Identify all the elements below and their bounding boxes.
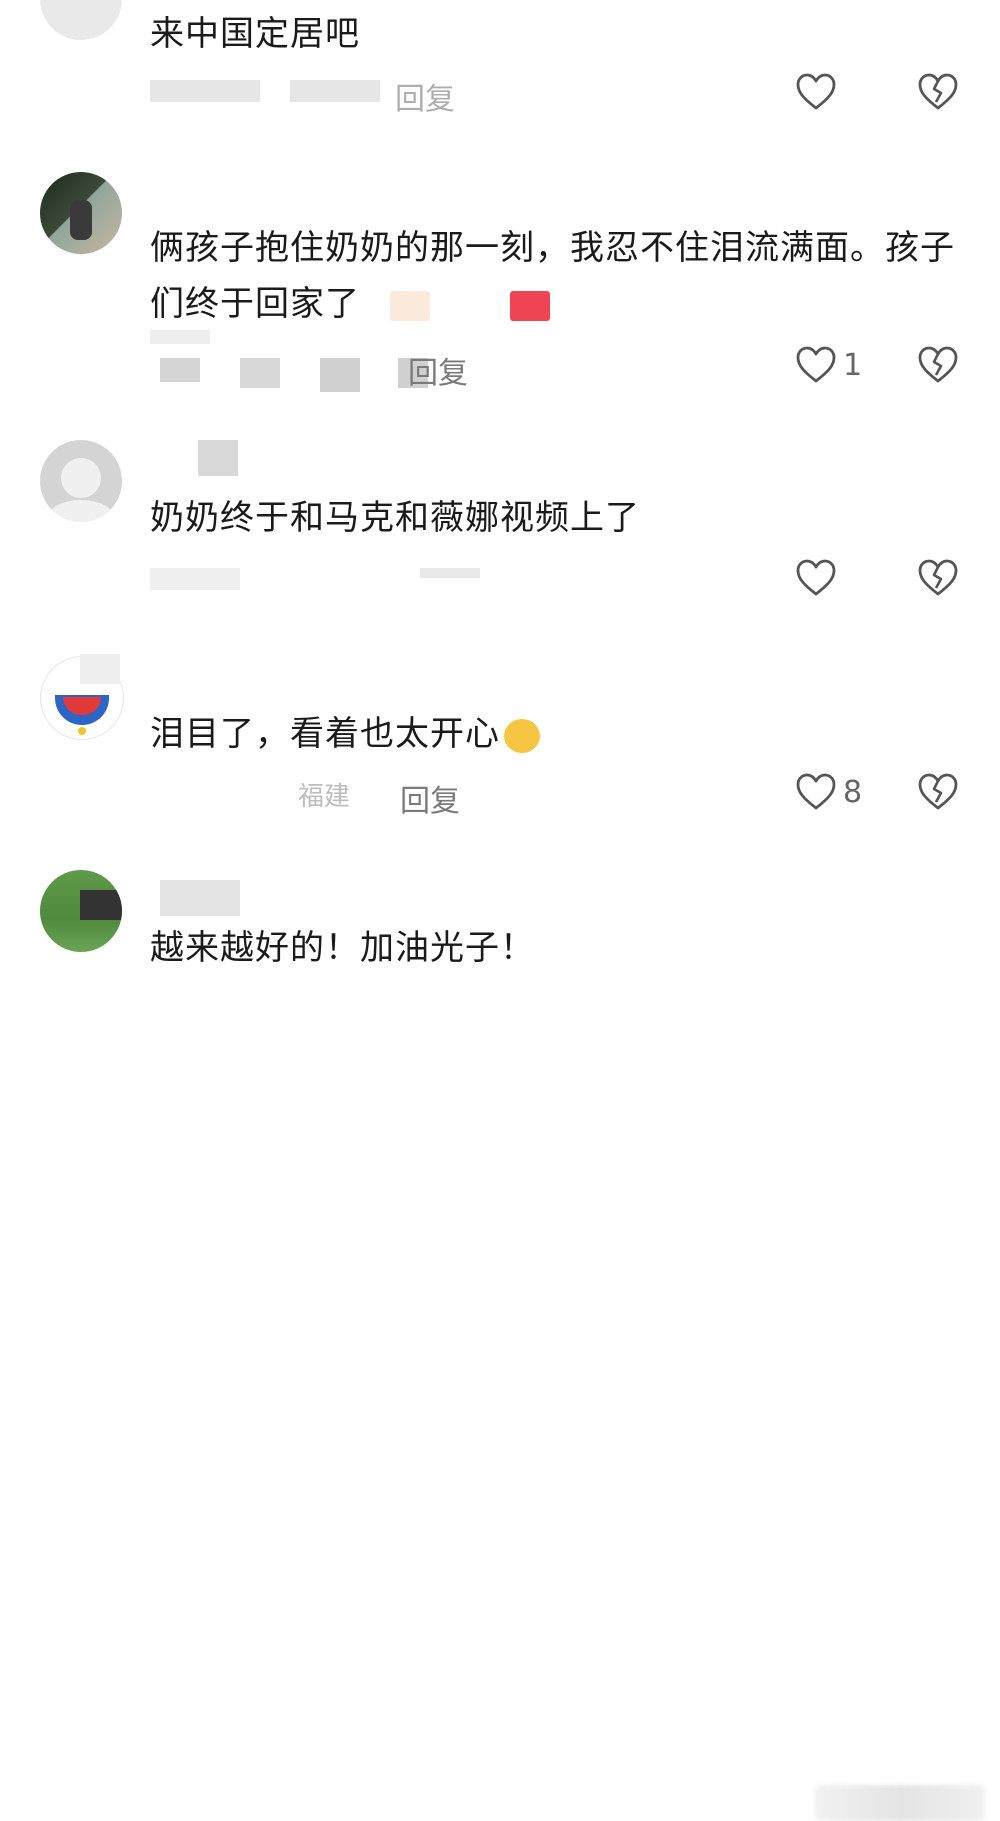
broken-heart-icon xyxy=(917,772,959,812)
comment-item: 俩孩子抱住奶奶的那一刻，我忍不住泪流满面。孩子们终于回家了 回复 1 xyxy=(0,150,1000,410)
dislike-button[interactable] xyxy=(917,558,959,598)
reply-button[interactable]: 回复 xyxy=(408,348,468,392)
username[interactable] xyxy=(198,440,238,476)
comment-text: 泪目了，看着也太开心 xyxy=(150,706,970,762)
comment-text: 来中国定居吧 xyxy=(150,14,360,54)
comment-item: 奶奶终于和马克和薇娜视频上了 xyxy=(0,410,1000,640)
watermark xyxy=(815,1785,985,1821)
comment-location: 福建 xyxy=(298,782,351,812)
broken-heart-icon xyxy=(917,558,959,598)
comment-item: 越来越好的！加油光子！ xyxy=(0,850,1000,1821)
avatar[interactable] xyxy=(40,172,122,254)
like-button[interactable]: 1 xyxy=(795,345,862,385)
broken-heart-icon xyxy=(917,345,959,385)
gift-emoji-icon xyxy=(390,290,430,321)
party-emoji-icon xyxy=(504,718,540,753)
comment-text: 越来越好的！加油光子！ xyxy=(150,928,535,968)
heart-outline-icon xyxy=(795,345,837,385)
like-button[interactable]: 8 xyxy=(795,772,862,812)
heart-outline-icon xyxy=(795,72,837,112)
dislike-button[interactable] xyxy=(917,772,959,812)
gift-emoji-icon xyxy=(510,290,550,321)
broken-heart-icon xyxy=(917,72,959,112)
like-count: 8 xyxy=(843,774,863,810)
username[interactable] xyxy=(160,880,240,916)
avatar[interactable] xyxy=(40,440,122,522)
like-count: 1 xyxy=(843,347,863,383)
heart-outline-icon xyxy=(795,558,837,598)
username[interactable] xyxy=(80,654,120,684)
reply-button[interactable]: 回复 xyxy=(400,776,460,820)
avatar[interactable] xyxy=(40,0,122,40)
dislike-button[interactable] xyxy=(917,345,959,385)
comment-item: 来中国定居吧 回复 xyxy=(0,0,1000,150)
comment-text: 奶奶终于和马克和薇娜视频上了 xyxy=(150,498,640,538)
comment-item: 泪目了，看着也太开心 福建 回复 8 xyxy=(0,640,1000,850)
heart-outline-icon xyxy=(795,772,837,812)
reply-button[interactable]: 回复 xyxy=(395,74,455,118)
avatar[interactable] xyxy=(40,870,122,952)
like-button[interactable] xyxy=(795,558,837,598)
dislike-button[interactable] xyxy=(917,72,959,112)
like-button[interactable] xyxy=(795,72,837,112)
comment-text: 俩孩子抱住奶奶的那一刻，我忍不住泪流满面。孩子们终于回家了 xyxy=(150,228,955,324)
